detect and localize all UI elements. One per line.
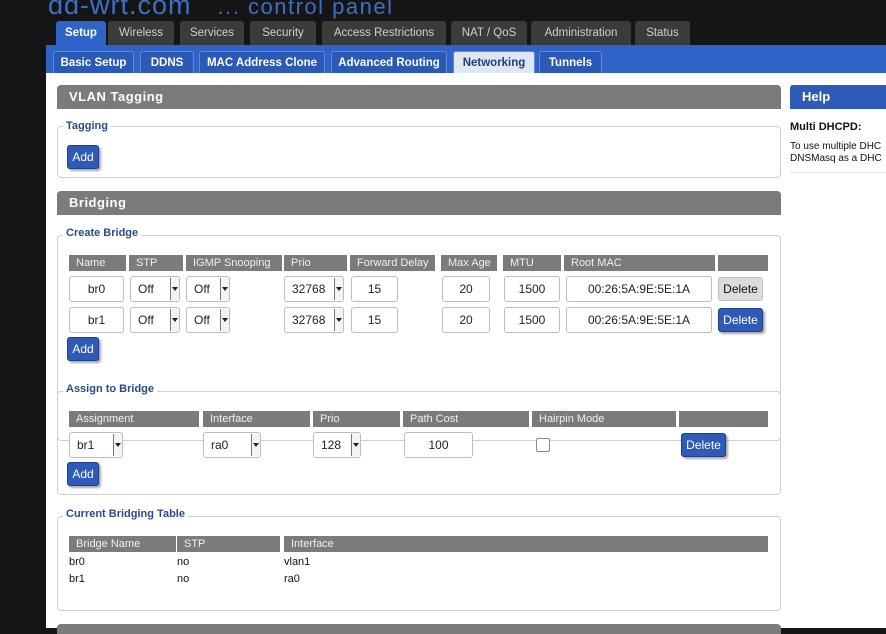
col-name: Name [69, 255, 126, 271]
assign-bridge-add-button[interactable]: Add [67, 462, 99, 486]
chevron-down-icon [113, 434, 122, 456]
tab-setup[interactable]: Setup [56, 21, 106, 45]
logo: dd-wrt.com ... control panel [48, 0, 393, 21]
prio-select[interactable]: 32768 [284, 276, 344, 302]
create-bridge-legend: Create Bridge [63, 227, 142, 239]
help-header: Help [790, 85, 886, 109]
delete-button[interactable]: Delete [718, 277, 763, 301]
subtab-ddns[interactable]: DDNS [140, 51, 194, 73]
help-topic: Multi DHCPD: [790, 121, 862, 133]
bridge-name-cell: br1 [69, 573, 85, 585]
stp-cell: no [177, 556, 190, 568]
next-section-header [57, 624, 781, 634]
subtab-mac-address-clone[interactable]: MAC Address Clone [199, 51, 325, 73]
col-bridge-name: Bridge Name [69, 536, 176, 552]
stp-select[interactable]: Off [130, 307, 180, 333]
stp-cell: no [177, 573, 190, 585]
tab-access-restrictions[interactable]: Access Restrictions [322, 21, 446, 45]
main-content: VLAN Tagging Tagging Add Bridging Create… [46, 73, 790, 634]
mtu-input[interactable]: 1500 [504, 307, 560, 333]
subtab-basic-setup[interactable]: Basic Setup [53, 51, 134, 73]
root-mac-input[interactable]: 00:26:5A:9E:5E:1A [566, 276, 712, 302]
logo-brand: dd-wrt.com [48, 0, 192, 20]
col-igmp-snooping: IGMP Snooping [186, 255, 282, 271]
col-stp: STP [177, 536, 280, 552]
vlan-add-button[interactable]: Add [67, 145, 99, 169]
col-actions [679, 411, 768, 427]
chevron-down-icon [334, 309, 343, 331]
help-text: To use multiple DHC DNSMasq as a DHC [790, 141, 882, 164]
col-interface: Interface [203, 411, 310, 427]
assign-prio-select[interactable]: 128 [313, 432, 361, 458]
col-interface: Interface [284, 536, 768, 552]
interface-cell: vlan1 [284, 556, 311, 568]
col-assignment: Assignment [69, 411, 199, 427]
assign-bridge-legend: Assign to Bridge [63, 383, 158, 395]
chevron-down-icon [170, 278, 179, 300]
help-sidebar: Help Multi DHCPD: To use multiple DHC DN… [790, 73, 886, 628]
vlan-section-header: VLAN Tagging [57, 85, 781, 109]
col-max-age: Max Age [441, 255, 497, 271]
igmp-select[interactable]: Off [186, 307, 230, 333]
col-forward-delay: Forward Delay [350, 255, 435, 271]
chevron-down-icon [170, 309, 179, 331]
col-path-cost: Path Cost [403, 411, 529, 427]
tab-administration[interactable]: Administration [531, 21, 631, 45]
col-hairpin-mode: Hairpin Mode [532, 411, 676, 427]
interface-select[interactable]: ra0 [203, 432, 261, 458]
delete-button[interactable]: Delete [718, 308, 763, 332]
chevron-down-icon [220, 309, 229, 331]
chevron-down-icon [220, 278, 229, 300]
bridging-section-header: Bridging [57, 191, 781, 215]
tab-nat-qos[interactable]: NAT / QoS [451, 21, 527, 45]
tab-wireless[interactable]: Wireless [108, 21, 174, 45]
tab-status[interactable]: Status [635, 21, 690, 45]
bridge-name-input[interactable]: br1 [69, 307, 124, 333]
tab-services[interactable]: Services [180, 21, 244, 45]
current-bridging-fieldset [57, 516, 781, 611]
logo-subtitle: ... control panel [217, 0, 394, 19]
col-prio: Prio [313, 411, 400, 427]
subtab-tunnels[interactable]: Tunnels [539, 51, 602, 73]
tab-security[interactable]: Security [250, 21, 316, 45]
help-divider [790, 172, 886, 173]
max-age-input[interactable]: 20 [442, 307, 490, 333]
col-root-mac: Root MAC [564, 255, 715, 271]
col-mtu: MTU [503, 255, 561, 271]
mtu-input[interactable]: 1500 [504, 276, 560, 302]
interface-cell: ra0 [284, 573, 300, 585]
root-mac-input[interactable]: 00:26:5A:9E:5E:1A [566, 307, 712, 333]
forward-delay-input[interactable]: 15 [351, 307, 398, 333]
subtab-advanced-routing[interactable]: Advanced Routing [331, 51, 447, 73]
path-cost-input[interactable]: 100 [404, 432, 473, 458]
stp-select[interactable]: Off [130, 276, 180, 302]
prio-select[interactable]: 32768 [284, 307, 344, 333]
col-stp: STP [129, 255, 183, 271]
chevron-down-icon [351, 434, 360, 456]
chevron-down-icon [334, 278, 343, 300]
assignment-select[interactable]: br1 [69, 432, 123, 458]
col-prio: Prio [284, 255, 347, 271]
create-bridge-add-button[interactable]: Add [67, 337, 99, 361]
hairpin-mode-checkbox[interactable] [536, 438, 550, 452]
delete-button[interactable]: Delete [681, 433, 726, 457]
bridge-name-input[interactable]: br0 [69, 276, 124, 302]
forward-delay-input[interactable]: 15 [351, 276, 398, 302]
igmp-select[interactable]: Off [186, 276, 230, 302]
tagging-fieldset [57, 126, 781, 178]
max-age-input[interactable]: 20 [442, 276, 490, 302]
subtab-networking[interactable]: Networking [453, 51, 535, 73]
tagging-legend: Tagging [63, 120, 111, 132]
chevron-down-icon [251, 434, 260, 456]
col-actions [718, 255, 768, 271]
current-bridging-legend: Current Bridging Table [63, 508, 188, 520]
bridge-name-cell: br0 [69, 556, 85, 568]
